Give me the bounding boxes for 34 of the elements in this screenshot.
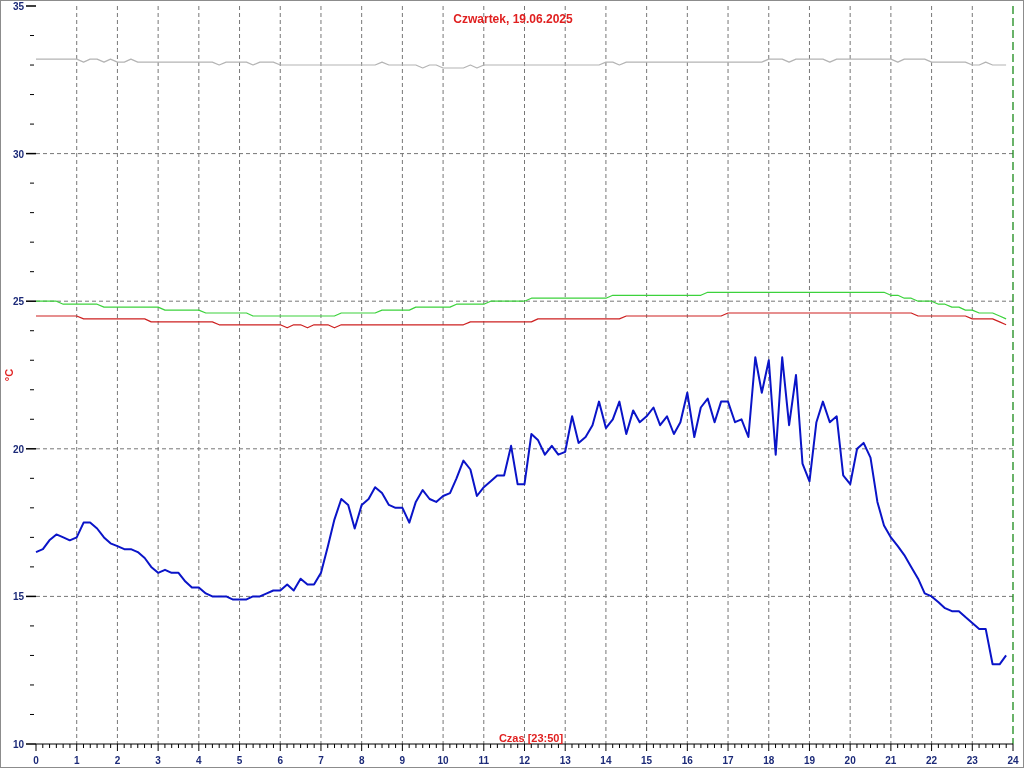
y-tick-label: 10 bbox=[12, 739, 24, 750]
x-tick-label: 7 bbox=[318, 755, 324, 766]
x-tick-label: 1 bbox=[73, 755, 80, 766]
x-tick-label: 6 bbox=[277, 755, 284, 766]
x-tick-label: 19 bbox=[803, 755, 815, 766]
x-tick-label: 10 bbox=[437, 755, 449, 766]
x-tick-label: 18 bbox=[763, 755, 775, 766]
x-axis-title: Czas [23:50] bbox=[498, 732, 564, 744]
x-tick-label: 11 bbox=[478, 755, 490, 766]
y-tick-label: 20 bbox=[12, 443, 24, 455]
x-tick-label: 22 bbox=[926, 755, 938, 766]
x-tick-label: 2 bbox=[114, 755, 121, 766]
y-axis-title: °C bbox=[3, 368, 15, 382]
x-tick-label: 4 bbox=[196, 755, 202, 766]
x-tick-label: 17 bbox=[722, 755, 734, 766]
x-tick-label: 8 bbox=[358, 755, 365, 766]
chart-title: Czwartek, 19.06.2025 bbox=[453, 12, 573, 26]
y-tick-label: 35 bbox=[12, 1, 24, 12]
x-tick-label: 15 bbox=[641, 755, 653, 766]
x-tick-label: 14 bbox=[600, 755, 612, 766]
y-tick-label: 25 bbox=[12, 296, 24, 308]
x-tick-label: 0 bbox=[33, 755, 39, 766]
x-tick-label: 13 bbox=[559, 755, 571, 766]
x-tick-label: 23 bbox=[966, 755, 978, 766]
x-tick-label: 3 bbox=[155, 755, 161, 766]
x-tick-label: 21 bbox=[885, 755, 897, 766]
x-tick-label: 20 bbox=[844, 755, 856, 766]
y-tick-label: 30 bbox=[12, 148, 24, 160]
x-tick-label: 24 bbox=[1007, 755, 1019, 766]
x-tick-label: 12 bbox=[518, 755, 531, 766]
x-tick-label: 16 bbox=[681, 755, 693, 766]
x-tick-label: 9 bbox=[399, 755, 406, 766]
x-tick-label: 5 bbox=[236, 755, 243, 766]
y-tick-label: 15 bbox=[12, 591, 24, 603]
